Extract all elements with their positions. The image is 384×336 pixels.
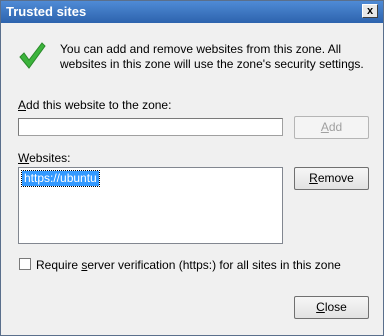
add-website-label: Add this website to the zone:	[18, 98, 172, 112]
zone-description: You can add and remove websites from thi…	[60, 42, 364, 71]
list-item[interactable]: https://ubuntu	[21, 170, 100, 187]
trusted-sites-dialog: Trusted sites x You can add and remove w…	[0, 0, 384, 336]
close-window-button[interactable]: x	[362, 4, 378, 18]
require-https-label[interactable]: Require server verification (https:) for…	[36, 258, 341, 272]
websites-label: Websites:	[18, 151, 71, 165]
green-check-icon	[19, 42, 46, 69]
title-bar: Trusted sites x	[1, 1, 383, 23]
add-button[interactable]: Add	[294, 116, 369, 139]
window-title: Trusted sites	[6, 4, 87, 19]
remove-button[interactable]: Remove	[294, 167, 369, 190]
websites-list[interactable]: https://ubuntu	[18, 167, 283, 244]
require-https-checkbox[interactable]	[19, 258, 31, 270]
close-button[interactable]: Close	[294, 296, 369, 319]
add-website-input[interactable]	[18, 118, 283, 136]
